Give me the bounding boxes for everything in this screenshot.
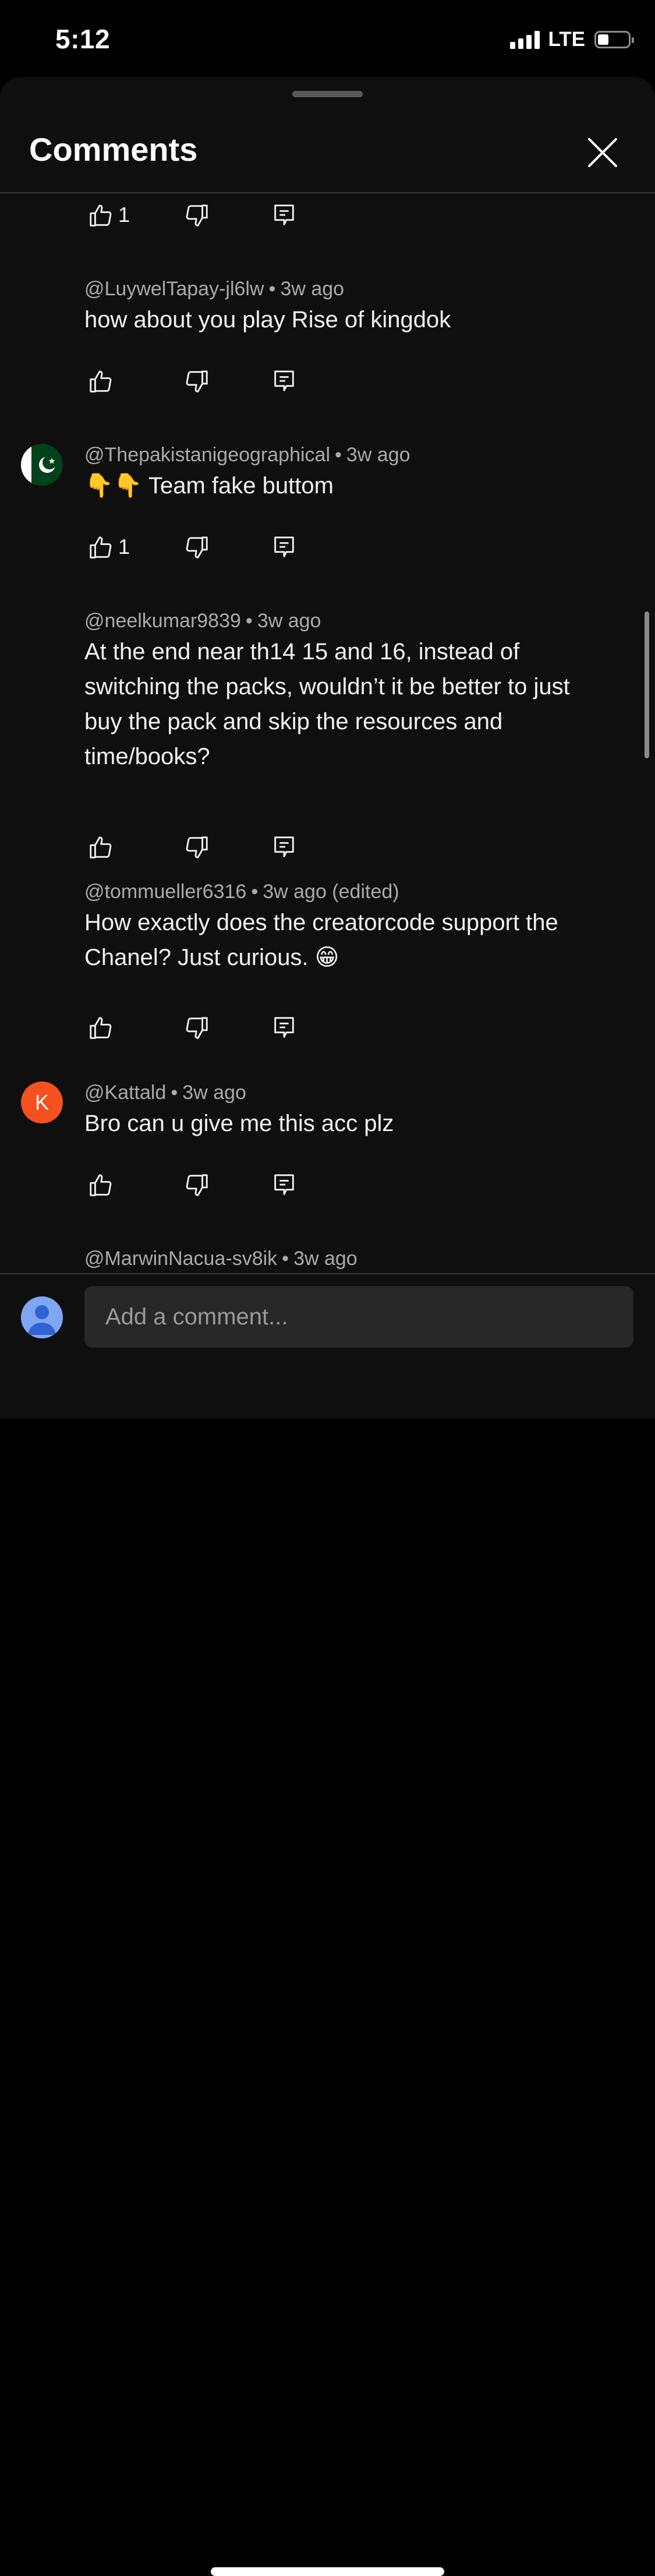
comment-author[interactable]: @Kattald — [84, 1082, 166, 1104]
avatar-letter: K — [34, 1090, 49, 1114]
reply-icon — [274, 204, 294, 225]
reply-button[interactable] — [268, 199, 300, 232]
comment-age: 3w ago (edited) — [263, 881, 399, 903]
pointing-down-emoji: 👇👇 — [84, 472, 143, 499]
comment-composer — [0, 1273, 655, 2576]
composer-divider — [0, 1273, 655, 1274]
network-label: LTE — [548, 28, 585, 51]
thumbs-down-icon — [186, 836, 208, 858]
like-count: 1 — [118, 535, 130, 559]
like-button[interactable] — [84, 365, 117, 398]
person-icon — [21, 1296, 63, 1338]
pakistan-flag-icon — [21, 444, 63, 486]
comment-author[interactable]: @Thepakistanigeographical — [84, 444, 330, 466]
thumbs-up-icon — [90, 536, 112, 559]
status-bar: 5:12 LTE — [0, 0, 655, 79]
thumbs-down-icon — [186, 1174, 208, 1196]
comment-actions — [84, 365, 317, 398]
comment-actions: 1 — [84, 199, 317, 232]
thumbs-up-icon — [90, 1174, 112, 1196]
avatar[interactable]: K — [21, 1082, 63, 1123]
sheet-title: Comments — [29, 131, 198, 168]
reply-button[interactable] — [268, 831, 300, 864]
like-button[interactable] — [84, 1012, 117, 1044]
like-count: 1 — [118, 203, 130, 227]
battery-icon — [594, 31, 634, 48]
comment-text: At the end near th14 15 and 16, instead … — [84, 639, 570, 769]
comment-text: How exactly does the creatorcode support… — [84, 910, 558, 971]
comment-age: 3w ago — [280, 278, 345, 300]
reply-icon — [274, 1174, 294, 1195]
avatar[interactable] — [21, 444, 63, 486]
comment-actions — [84, 1012, 317, 1044]
comment-age: 3w ago — [293, 1248, 357, 1270]
comment-actions — [84, 831, 317, 864]
comment-meta: @Thepakistanigeographical • 3w ago — [84, 444, 410, 466]
status-indicators: LTE — [510, 28, 634, 51]
home-indicator[interactable] — [211, 2567, 444, 2576]
thumbs-down-icon — [186, 370, 208, 393]
like-button[interactable] — [84, 1169, 117, 1202]
thumbs-up-icon — [90, 370, 112, 393]
comment-age: 3w ago — [257, 610, 321, 632]
reply-button[interactable] — [268, 365, 300, 398]
comment-age: 3w ago — [182, 1082, 246, 1104]
dislike-button[interactable] — [180, 365, 213, 398]
like-button[interactable] — [84, 531, 117, 564]
comment-meta: @Kattald • 3w ago — [84, 1082, 246, 1104]
close-button[interactable] — [582, 132, 623, 173]
reply-icon — [274, 1017, 294, 1038]
comment-meta: @neelkumar9839 • 3w ago — [84, 610, 321, 632]
like-button[interactable] — [84, 831, 117, 864]
user-avatar-icon[interactable] — [21, 1296, 63, 1338]
comment-author[interactable]: @LuywelTapay-jl6lw — [84, 278, 264, 300]
like-button[interactable] — [84, 199, 117, 232]
dislike-button[interactable] — [180, 199, 213, 232]
comment-actions — [84, 1169, 317, 1202]
comment-input[interactable] — [84, 1286, 633, 1348]
comment-actions: 1 — [84, 531, 317, 564]
header-divider — [0, 192, 655, 193]
scrollbar[interactable] — [645, 612, 649, 758]
thumbs-up-icon — [90, 204, 112, 227]
comment-meta: @LuywelTapay-jl6lw • 3w ago — [84, 278, 345, 300]
reply-icon — [274, 836, 294, 857]
thumbs-down-icon — [186, 1017, 208, 1039]
comment-text: 👇👇 Team fake buttom — [84, 472, 334, 499]
drag-handle[interactable] — [292, 91, 363, 97]
grinning-face-emoji: 😁 — [314, 944, 339, 971]
comment-meta: @MarwinNacua-sv8ik • 3w ago — [84, 1248, 357, 1270]
thumbs-up-icon — [90, 1017, 112, 1039]
comment-age: 3w ago — [346, 444, 410, 466]
comment-author[interactable]: @tommueller6316 — [84, 881, 246, 903]
reply-icon — [274, 536, 294, 557]
comments-sheet: Comments 1 @LuywelTapay-jl6lw • 3w ago how… — [0, 77, 655, 1419]
thumbs-down-icon — [186, 536, 208, 559]
reply-icon — [274, 370, 294, 391]
thumbs-up-icon — [90, 836, 112, 858]
comment-author[interactable]: @MarwinNacua-sv8ik — [84, 1248, 277, 1270]
dislike-button[interactable] — [180, 1169, 213, 1202]
status-time: 5:12 — [55, 24, 111, 54]
comment-text: how about you play Rise of kingdok — [84, 307, 451, 333]
close-icon — [588, 138, 617, 167]
comment-meta: @tommueller6316 • 3w ago (edited) — [84, 881, 399, 903]
thumbs-down-icon — [186, 204, 208, 227]
comment-author[interactable]: @neelkumar9839 — [84, 610, 241, 632]
dislike-button[interactable] — [180, 531, 213, 564]
dislike-button[interactable] — [180, 831, 213, 864]
dislike-button[interactable] — [180, 1012, 213, 1044]
reply-button[interactable] — [268, 531, 300, 564]
reply-button[interactable] — [268, 1012, 300, 1044]
comment-text: Bro can u give me this acc plz — [84, 1111, 394, 1136]
signal-icon — [510, 30, 540, 49]
reply-button[interactable] — [268, 1169, 300, 1202]
